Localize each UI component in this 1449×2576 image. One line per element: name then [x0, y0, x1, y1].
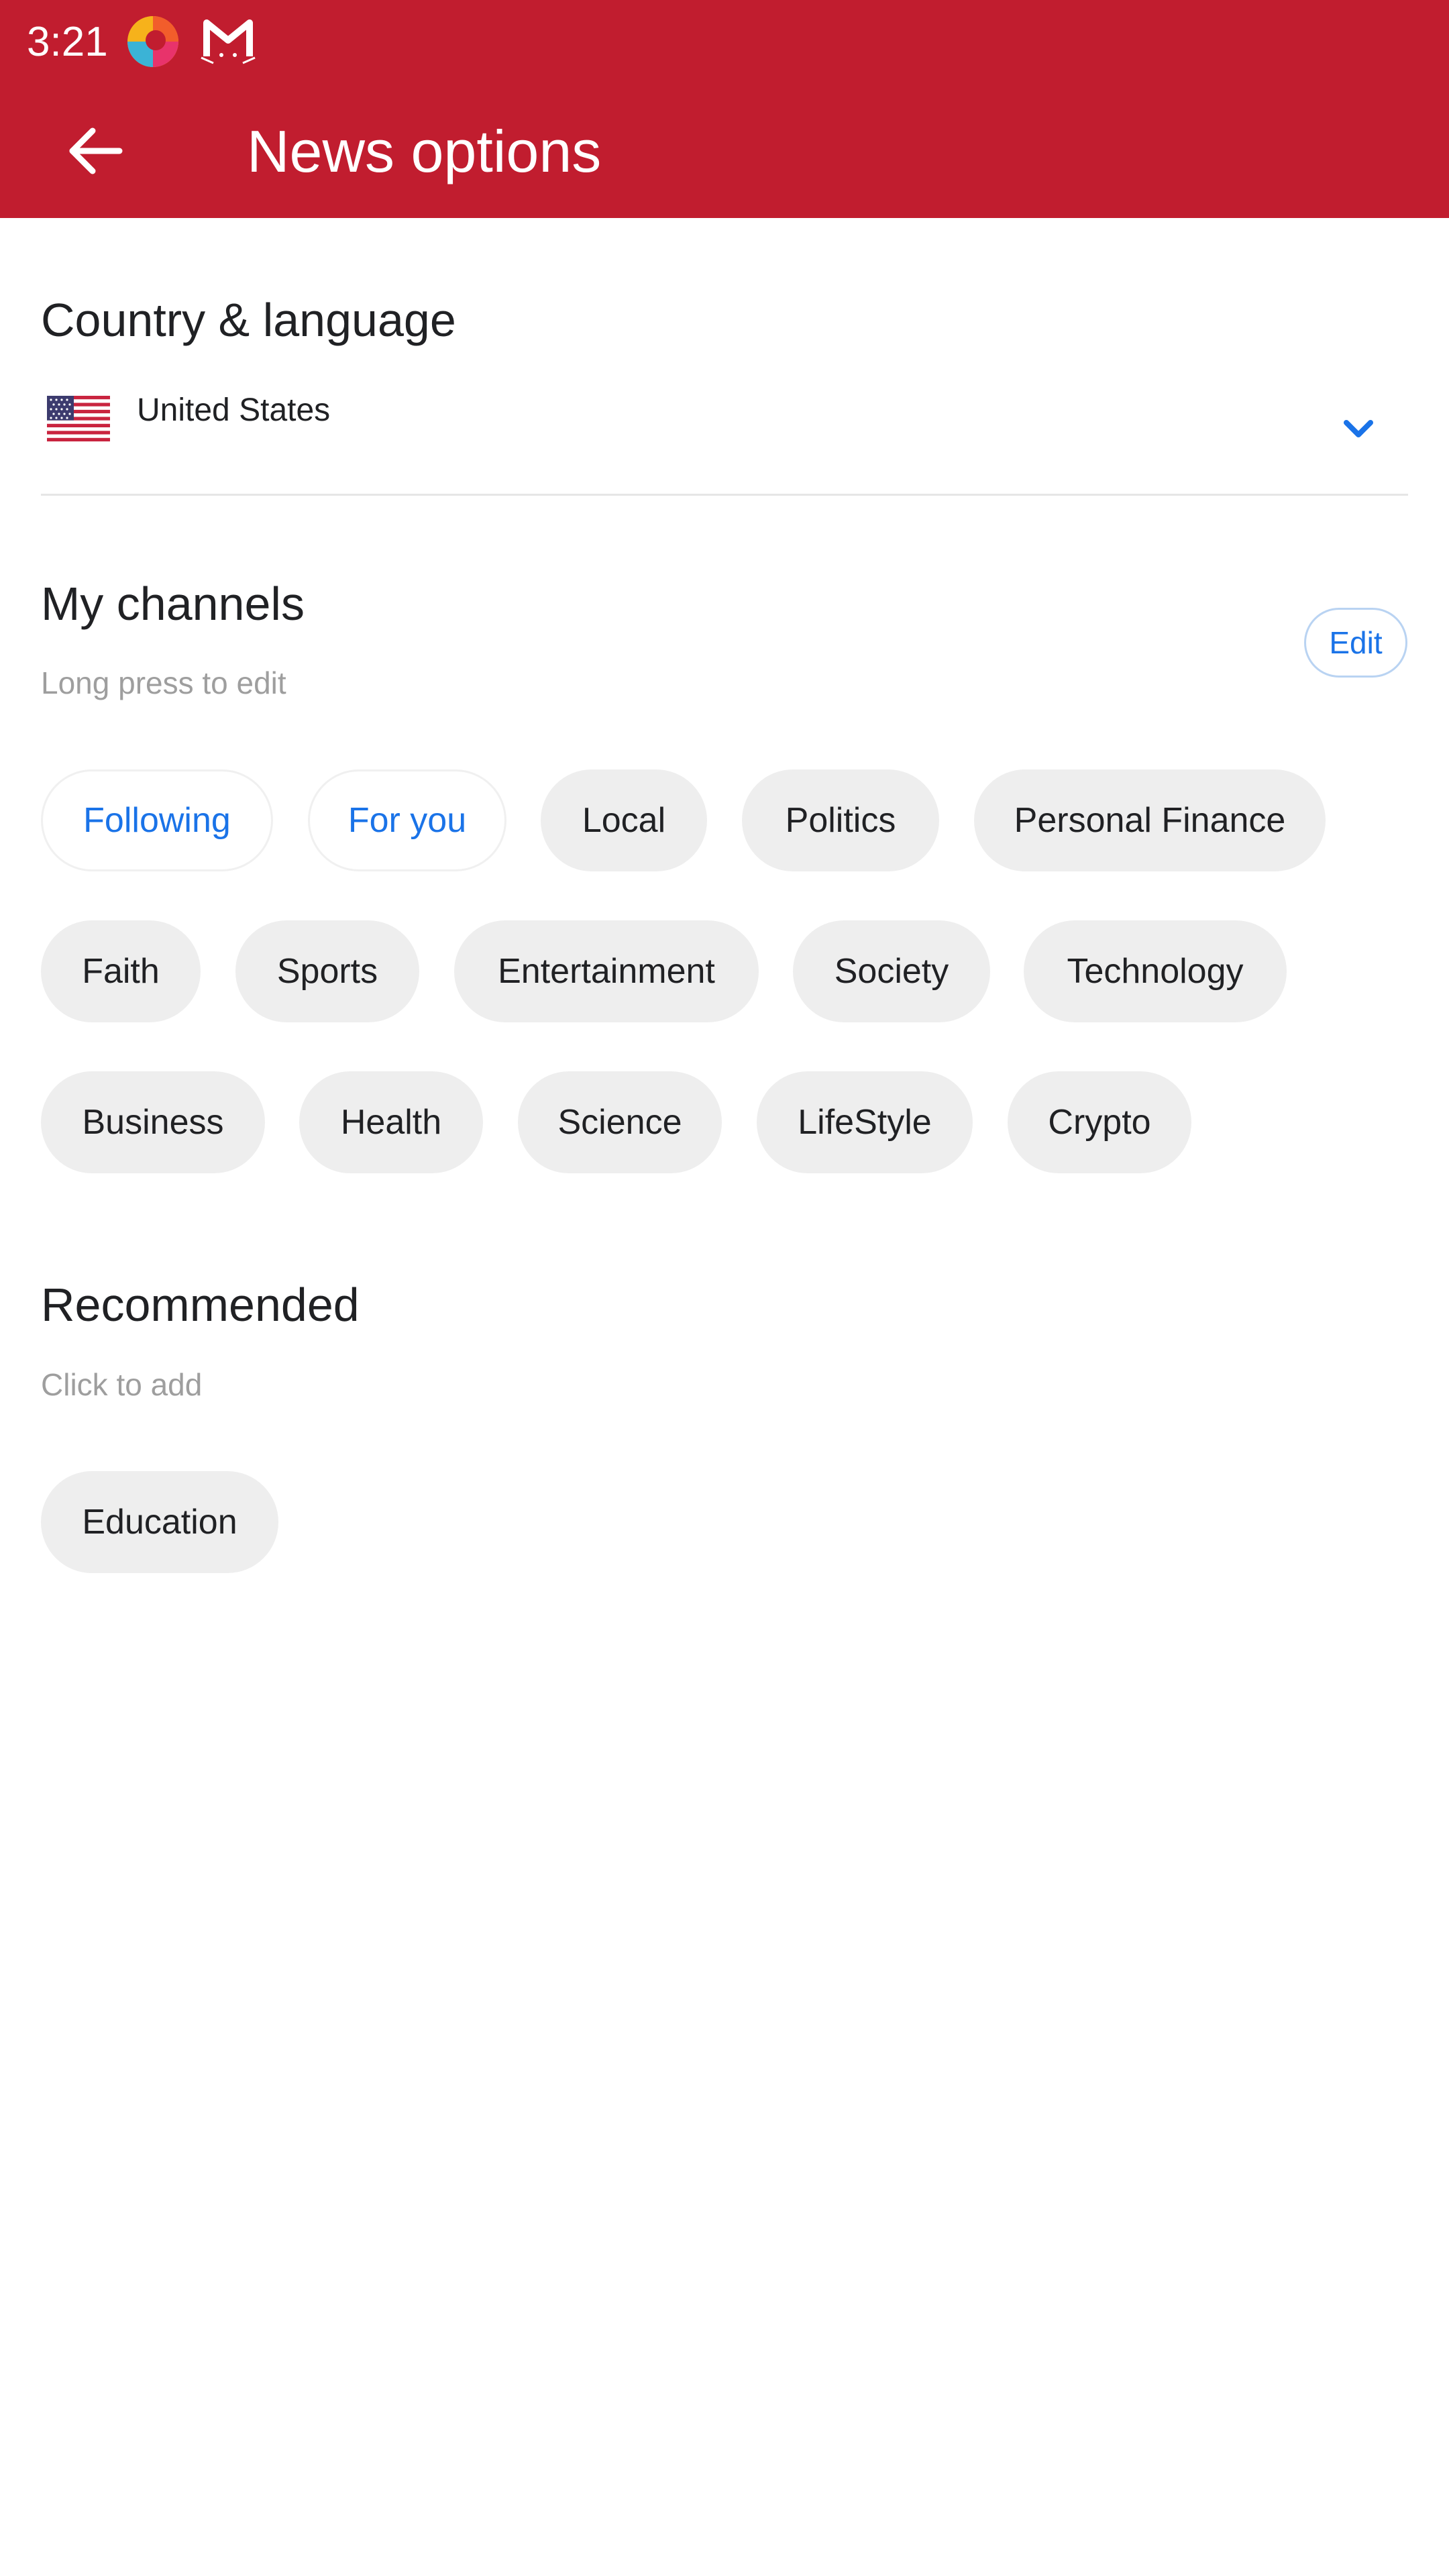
channel-chip[interactable]: Crypto	[1008, 1071, 1191, 1173]
back-button[interactable]	[42, 107, 149, 195]
status-time: 3:21	[27, 19, 108, 65]
chevron-down-icon[interactable]	[1338, 409, 1379, 449]
channel-chip[interactable]: Society	[793, 920, 990, 1022]
us-flag-icon	[47, 396, 110, 441]
channel-chip[interactable]: Entertainment	[454, 920, 759, 1022]
my-channels-heading: My channels	[41, 578, 305, 630]
recommended-chip[interactable]: Education	[41, 1471, 278, 1573]
channel-chip[interactable]: LifeStyle	[757, 1071, 973, 1173]
my-channels-hint: Long press to edit	[41, 665, 286, 700]
selected-country: United States	[137, 392, 331, 428]
channel-chip[interactable]: Sports	[235, 920, 419, 1022]
app-bar: 3:21 News options	[0, 0, 1449, 218]
channel-chip[interactable]: Local	[541, 769, 707, 871]
channel-chip[interactable]: Health	[299, 1071, 483, 1173]
channel-chip[interactable]: Business	[41, 1071, 265, 1173]
page-title: News options	[247, 118, 602, 184]
browser-app-icon	[127, 16, 178, 67]
channel-chip[interactable]: Politics	[742, 769, 939, 871]
arrow-back-icon	[69, 127, 123, 174]
channel-chip[interactable]: Personal Finance	[974, 769, 1326, 871]
channel-chip[interactable]: Faith	[41, 920, 201, 1022]
channel-chip-for-you[interactable]: For you	[308, 769, 506, 871]
channel-chip-following[interactable]: Following	[41, 769, 273, 871]
recommended-heading: Recommended	[41, 1279, 360, 1331]
divider	[41, 494, 1408, 496]
edit-channels-button[interactable]: Edit	[1304, 608, 1407, 678]
mail-app-icon	[201, 19, 256, 64]
channel-chip[interactable]: Technology	[1024, 920, 1287, 1022]
country-selector[interactable]: United States	[0, 376, 1449, 483]
recommended-hint: Click to add	[41, 1367, 203, 1402]
country-language-heading: Country & language	[41, 294, 456, 346]
channel-chip[interactable]: Science	[518, 1071, 722, 1173]
